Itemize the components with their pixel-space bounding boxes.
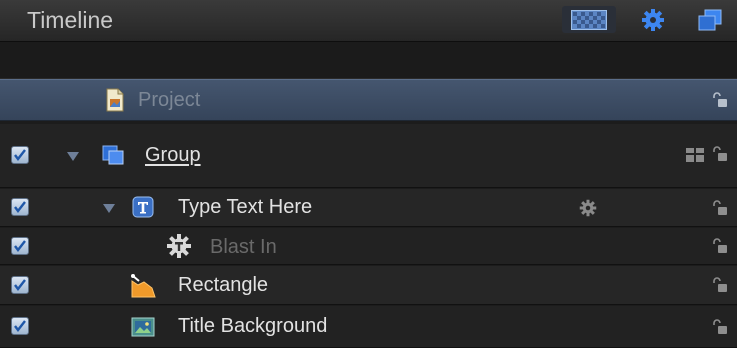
layer-name: Type Text Here	[178, 196, 313, 218]
layer-row-project[interactable]: Project	[0, 79, 737, 121]
checkmark-icon	[14, 279, 26, 291]
group-icon	[102, 145, 124, 165]
checker-pattern-button[interactable]	[562, 6, 616, 33]
disclosure-triangle-icon[interactable]	[103, 204, 115, 213]
layer-row-blast-in[interactable]: Blast In	[0, 228, 737, 265]
timeline-ruler-spacer	[0, 42, 737, 79]
checkmark-icon	[14, 149, 26, 161]
unlock-icon[interactable]	[712, 200, 728, 216]
image-layer-icon	[131, 317, 155, 337]
layer-name: Group	[145, 144, 201, 166]
layers-window-icon	[698, 9, 722, 30]
unlock-icon[interactable]	[712, 319, 728, 335]
layer-row-type-text[interactable]: Type Text Here	[0, 189, 737, 227]
checkmark-icon	[14, 201, 26, 213]
panel-title: Timeline	[27, 7, 114, 33]
layer-enable-checkbox[interactable]	[11, 237, 29, 255]
behavior-icon	[167, 234, 191, 258]
layer-name: Title Background	[178, 315, 328, 337]
layer-row-title-background[interactable]: Title Background	[0, 306, 737, 348]
shape-icon	[131, 274, 156, 298]
unlock-icon[interactable]	[712, 146, 728, 162]
layer-enable-checkbox[interactable]	[11, 198, 29, 216]
unlock-icon[interactable]	[712, 92, 728, 108]
checkmark-icon	[14, 320, 26, 332]
unlock-icon[interactable]	[712, 277, 728, 293]
unlock-icon[interactable]	[712, 238, 728, 254]
settings-button[interactable]	[636, 6, 670, 33]
text-layer-icon	[132, 196, 154, 218]
group-type-icon[interactable]	[686, 148, 704, 162]
gear-icon	[642, 8, 664, 31]
layers-window-button[interactable]	[693, 6, 727, 33]
disclosure-triangle-icon[interactable]	[67, 152, 79, 161]
layer-row-rectangle[interactable]: Rectangle	[0, 266, 737, 305]
layer-row-group[interactable]: Group	[0, 124, 737, 188]
layer-name: Blast In	[210, 236, 277, 258]
layer-enable-checkbox[interactable]	[11, 317, 29, 335]
layer-name: Rectangle	[178, 274, 269, 296]
checker-pattern-icon	[571, 9, 607, 30]
checkmark-icon	[14, 240, 26, 252]
project-document-icon	[106, 88, 124, 112]
layer-name: Project	[138, 89, 201, 111]
layer-enable-checkbox[interactable]	[11, 146, 29, 164]
gear-icon[interactable]	[579, 199, 597, 217]
timeline-titlebar: Timeline	[0, 0, 737, 42]
layer-enable-checkbox[interactable]	[11, 276, 29, 294]
